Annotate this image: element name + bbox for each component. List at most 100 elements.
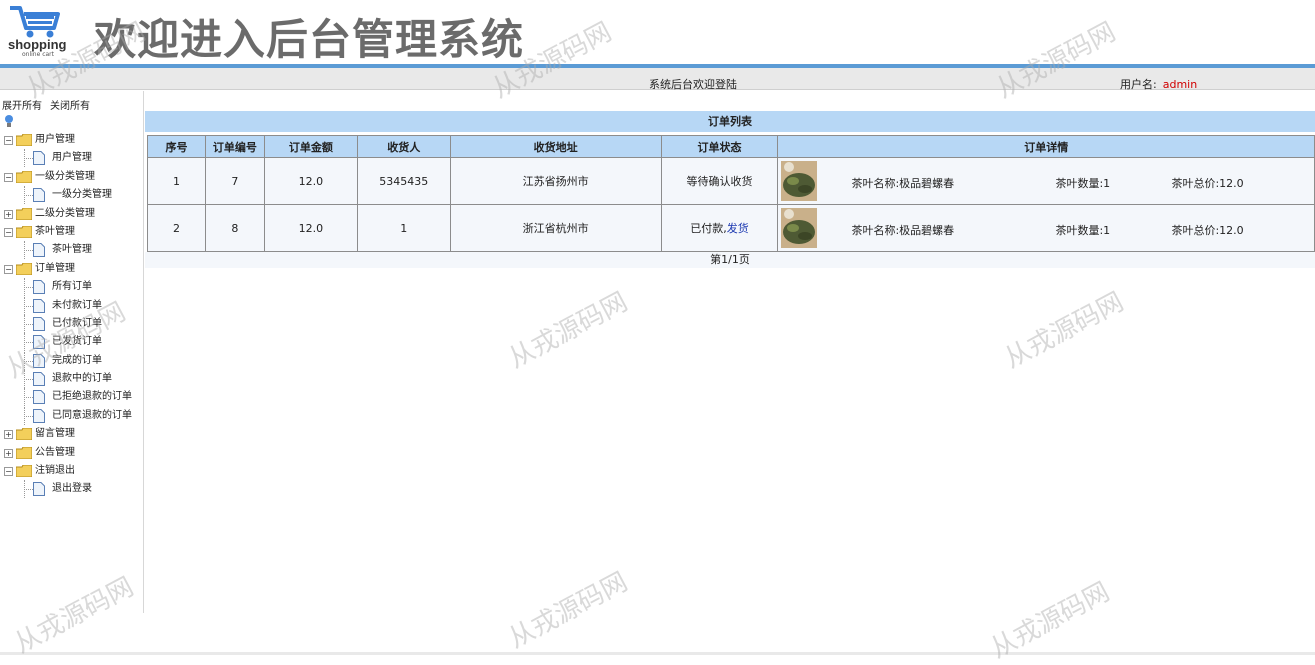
col-status: 订单状态 bbox=[660, 135, 779, 158]
tree-line bbox=[24, 397, 33, 399]
orders-table: 序号 订单编号 订单金额 收货人 收货地址 订单状态 订单详情 1 7 12.0… bbox=[147, 135, 1315, 252]
col-detail: 订单详情 bbox=[777, 135, 1315, 158]
cell-status: 等待确认收货 bbox=[660, 157, 779, 205]
folder-icon bbox=[15, 170, 33, 184]
page-icon bbox=[33, 151, 45, 166]
cell-receiver: 1 bbox=[356, 204, 451, 252]
sidebar-item-label[interactable]: 退出登录 bbox=[52, 480, 92, 498]
page-icon bbox=[33, 243, 45, 258]
welcome-text: 系统后台欢迎登陆 bbox=[649, 78, 737, 91]
sidebar-item[interactable]: 完成的订单 bbox=[0, 351, 144, 370]
page-icon bbox=[33, 482, 45, 497]
collapse-icon[interactable]: − bbox=[4, 136, 13, 145]
sidebar-item-label[interactable]: 所有订单 bbox=[52, 278, 92, 296]
page-icon bbox=[33, 390, 45, 405]
page-icon bbox=[33, 298, 45, 313]
sidebar-group[interactable]: − 一级分类管理 bbox=[0, 168, 144, 186]
status-text: 等待确认收货 bbox=[686, 175, 753, 188]
tea-qty: 茶叶数量:1 bbox=[1055, 177, 1111, 190]
folder-icon bbox=[15, 262, 33, 276]
sidebar-group-label[interactable]: 用户管理 bbox=[35, 131, 75, 149]
sidebar-group-label[interactable]: 二级分类管理 bbox=[35, 205, 95, 223]
sidebar-item[interactable]: 一级分类管理 bbox=[0, 186, 144, 205]
expand-icon[interactable]: + bbox=[4, 209, 13, 219]
sidebar-item-label[interactable]: 已付款订单 bbox=[52, 315, 102, 333]
sidebar-group[interactable]: + 公告管理 bbox=[0, 444, 144, 462]
status-text: 已付款, bbox=[690, 222, 727, 235]
sidebar-item[interactable]: 未付款订单 bbox=[0, 296, 144, 315]
tea-total: 茶叶总价:12.0 bbox=[1171, 224, 1244, 237]
sidebar-item-label[interactable]: 用户管理 bbox=[52, 149, 92, 167]
sidebar-group-label[interactable]: 一级分类管理 bbox=[35, 168, 95, 186]
col-receiver: 收货人 bbox=[356, 135, 451, 158]
collapse-icon[interactable]: − bbox=[4, 172, 13, 182]
cell-index: 1 bbox=[147, 157, 206, 205]
sidebar-item-label[interactable]: 未付款订单 bbox=[52, 297, 102, 315]
tree-line bbox=[24, 323, 33, 325]
table-row: 1 7 12.0 5345435 江苏省扬州市 等待确认收货 茶叶名称:极品碧螺… bbox=[147, 157, 1315, 205]
tea-thumbnail-image[interactable] bbox=[781, 208, 818, 248]
expand-all-link[interactable]: 展开所有 bbox=[2, 101, 42, 112]
table-header-row: 序号 订单编号 订单金额 收货人 收货地址 订单状态 订单详情 bbox=[147, 135, 1315, 158]
collapse-icon[interactable]: − bbox=[4, 227, 13, 237]
sidebar-group[interactable]: − 订单管理 bbox=[0, 260, 144, 278]
logo-subtext: online cart bbox=[22, 51, 55, 58]
collapse-all-link[interactable]: 关闭所有 bbox=[50, 101, 90, 112]
expand-icon[interactable]: + bbox=[4, 430, 13, 440]
app-header: shopping online cart 欢迎进入后台管理系统 bbox=[0, 0, 1315, 64]
sidebar-item-label[interactable]: 茶叶管理 bbox=[52, 241, 92, 259]
sidebar-item[interactable]: 已同意退款的订单 bbox=[0, 406, 144, 425]
sidebar-item[interactable]: 已拒绝退款的订单 bbox=[0, 388, 144, 407]
sidebar-group-label[interactable]: 公告管理 bbox=[35, 444, 75, 462]
sidebar-item-label[interactable]: 一级分类管理 bbox=[52, 186, 112, 204]
collapse-icon[interactable]: − bbox=[4, 467, 13, 477]
tree-line bbox=[24, 342, 33, 344]
collapse-icon[interactable]: − bbox=[4, 264, 13, 274]
sidebar-item-label[interactable]: 已同意退款的订单 bbox=[52, 407, 132, 425]
sidebar-group-label[interactable]: 茶叶管理 bbox=[35, 223, 75, 241]
folder-icon bbox=[15, 446, 33, 460]
cell-order-no: 8 bbox=[204, 204, 265, 252]
sidebar-group[interactable]: + 二级分类管理 bbox=[0, 205, 144, 223]
page-icon bbox=[33, 188, 45, 203]
sidebar-group[interactable]: − 注销退出 bbox=[0, 462, 144, 480]
user-label: 用户名: bbox=[1120, 78, 1157, 91]
tea-thumbnail-image[interactable] bbox=[781, 161, 818, 201]
sidebar-item[interactable]: 已付款订单 bbox=[0, 314, 144, 333]
sidebar-group-label[interactable]: 注销退出 bbox=[35, 462, 75, 480]
cell-order-no: 7 bbox=[204, 157, 265, 205]
ship-order-link[interactable]: 发货 bbox=[727, 222, 749, 235]
sidebar-group-label[interactable]: 订单管理 bbox=[35, 260, 75, 278]
expand-icon[interactable]: + bbox=[4, 448, 13, 458]
page-icon bbox=[33, 280, 45, 295]
order-list-title: 订单列表 bbox=[145, 111, 1315, 132]
cell-status: 已付款,发货 bbox=[660, 204, 779, 252]
sidebar-group[interactable]: − 茶叶管理 bbox=[0, 223, 144, 241]
tree-list: − 用户管理 用户管理 − 一级分类管理 一级分类管理 + 二级分类管理 − 茶叶管理 茶叶管理 − 订… bbox=[0, 131, 144, 499]
sidebar-item[interactable]: 退出登录 bbox=[0, 480, 144, 499]
sidebar-item[interactable]: 所有订单 bbox=[0, 278, 144, 297]
tea-name: 茶叶名称:极品碧螺春 bbox=[851, 177, 955, 190]
sidebar-item[interactable]: 茶叶管理 bbox=[0, 241, 144, 260]
folder-icon bbox=[15, 427, 33, 441]
page-icon bbox=[33, 353, 45, 368]
tree-line bbox=[24, 415, 33, 417]
sidebar-item-label[interactable]: 已拒绝退款的订单 bbox=[52, 388, 132, 406]
sidebar-item-label[interactable]: 已发货订单 bbox=[52, 333, 102, 351]
page-icon bbox=[33, 316, 45, 331]
table-row: 2 8 12.0 1 浙江省杭州市 已付款,发货 茶叶名称:极品碧螺春 茶叶数量… bbox=[147, 204, 1315, 252]
tree-line bbox=[24, 287, 33, 289]
sidebar-item-label[interactable]: 退款中的订单 bbox=[52, 370, 112, 388]
tea-name: 茶叶名称:极品碧螺春 bbox=[851, 224, 955, 237]
tea-total: 茶叶总价:12.0 bbox=[1171, 177, 1244, 190]
sidebar-item[interactable]: 退款中的订单 bbox=[0, 370, 144, 389]
page-icon bbox=[33, 372, 45, 387]
sidebar-item[interactable]: 用户管理 bbox=[0, 149, 144, 168]
sidebar-item-label[interactable]: 完成的订单 bbox=[52, 352, 102, 370]
sidebar-group-label[interactable]: 留言管理 bbox=[35, 425, 75, 443]
sidebar-item[interactable]: 已发货订单 bbox=[0, 333, 144, 352]
sidebar-group[interactable]: − 用户管理 bbox=[0, 131, 144, 149]
main-content: 订单列表 序号 订单编号 订单金额 收货人 收货地址 订单状态 订单详情 1 7… bbox=[145, 91, 1315, 613]
sidebar-group[interactable]: + 留言管理 bbox=[0, 425, 144, 443]
user-info: 用户名: admin bbox=[1120, 76, 1197, 92]
